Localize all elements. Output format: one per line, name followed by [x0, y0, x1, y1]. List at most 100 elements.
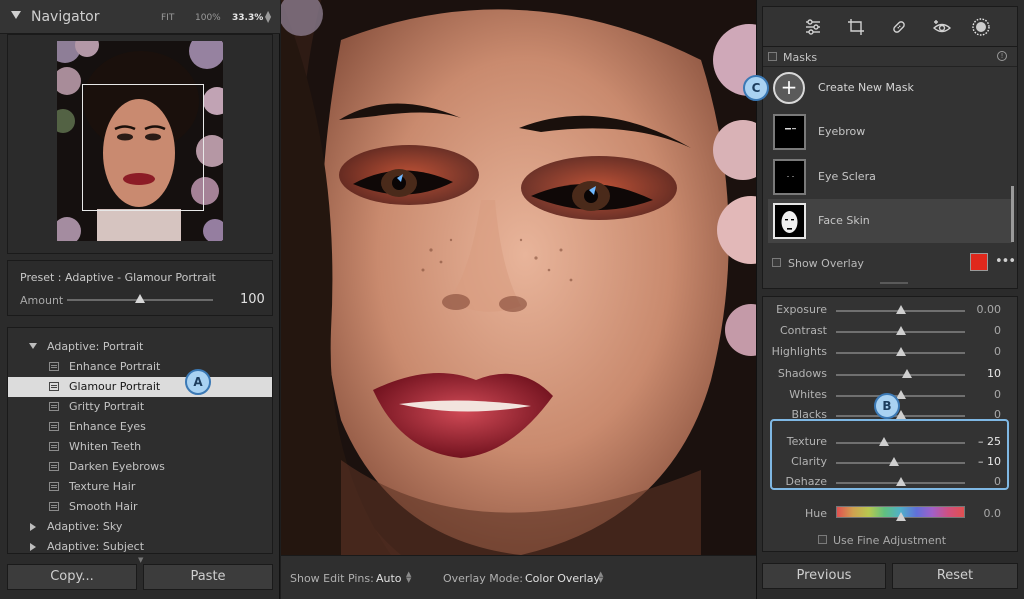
show-edit-pins-select[interactable]: Auto	[376, 572, 402, 585]
contrast-label: Contrast	[779, 324, 827, 337]
paste-button[interactable]: Paste	[143, 564, 273, 590]
masks-toggle-checkbox[interactable]	[768, 52, 777, 61]
sliders-icon[interactable]	[804, 18, 822, 36]
overlay-color-swatch[interactable]	[970, 253, 988, 271]
preset-icon	[49, 382, 59, 391]
preset-item-label: Glamour Portrait	[69, 380, 161, 393]
preset-item[interactable]: Gritty Portrait	[8, 397, 272, 417]
fine-adjustment-label: Use Fine Adjustment	[833, 534, 947, 547]
create-new-mask-button[interactable]: +	[773, 72, 805, 104]
mask-label: Eyebrow	[818, 125, 866, 138]
divider	[763, 66, 1017, 67]
disclosure-down-icon[interactable]	[29, 343, 37, 349]
navigator-viewport-frame[interactable]	[82, 84, 204, 211]
zoom-33[interactable]: 33.3%	[232, 13, 263, 23]
mask-item-eyebrow[interactable]: Eyebrow	[768, 110, 1012, 154]
preset-icon	[49, 462, 59, 471]
preset-group-row[interactable]: Adaptive: Portrait	[8, 337, 272, 357]
healing-icon[interactable]	[890, 18, 908, 36]
preset-item[interactable]: Darken Eyebrows	[8, 457, 272, 477]
collapse-triangle-icon[interactable]	[11, 11, 21, 19]
shadows-label: Shadows	[777, 367, 827, 380]
create-new-mask-label[interactable]: Create New Mask	[818, 81, 914, 94]
chevron-updown-icon[interactable]: ▲ ▼	[406, 571, 411, 584]
mask-thumbnail	[773, 203, 806, 239]
preset-item[interactable]: Enhance Eyes	[8, 417, 272, 437]
disclosure-right-icon[interactable]	[30, 523, 36, 531]
navigator-header[interactable]: Navigator FIT 100% 33.3% ▲ ▼	[0, 0, 280, 34]
main-photo-canvas[interactable]	[281, 0, 756, 555]
shadows-value[interactable]: 10	[961, 367, 1001, 380]
preset-icon	[49, 362, 59, 371]
callout-c: C	[743, 75, 769, 101]
callout-b: B	[874, 393, 900, 419]
preset-icon	[49, 442, 59, 451]
preset-icon	[49, 402, 59, 411]
preset-item-label: Darken Eyebrows	[69, 460, 165, 473]
reset-button[interactable]: Reset	[892, 563, 1018, 589]
scroll-indicator-icon: ▼	[138, 556, 144, 564]
highlights-label: Highlights	[771, 345, 827, 358]
disclosure-right-icon[interactable]	[30, 543, 36, 551]
whites-value[interactable]: 0	[961, 388, 1001, 401]
preset-name: Preset : Adaptive - Glamour Portrait	[20, 271, 216, 284]
highlights-value[interactable]: 0	[961, 345, 1001, 358]
exposure-value[interactable]: 0.00	[961, 303, 1002, 316]
masks-scrollbar[interactable]	[1011, 186, 1014, 242]
highlights-slider-thumb[interactable]	[895, 347, 906, 356]
contrast-value[interactable]: 0	[961, 324, 1001, 337]
zoom-stepper-icon[interactable]: ▲ ▼	[265, 10, 271, 24]
preset-group-label: Adaptive: Portrait	[47, 340, 144, 353]
zoom-fit[interactable]: FIT	[161, 13, 174, 23]
preset-item[interactable]: Texture Hair	[8, 477, 272, 497]
mask-item-eye-sclera[interactable]: Eye Sclera	[768, 155, 1012, 199]
amount-slider-thumb[interactable]	[135, 294, 145, 303]
red-eye-icon[interactable]	[933, 18, 951, 36]
info-icon[interactable]: !	[997, 51, 1007, 61]
mask-item-face-skin[interactable]: Face Skin	[768, 199, 1012, 243]
whites-label: Whites	[789, 388, 827, 401]
hue-slider-thumb[interactable]	[895, 512, 906, 521]
show-overlay-label: Show Overlay	[788, 257, 864, 270]
crop-icon[interactable]	[847, 18, 865, 36]
preset-item[interactable]: Enhance Portrait	[8, 357, 272, 377]
preset-list: Adaptive: Portrait Enhance Portrait Glamou…	[7, 327, 273, 554]
copy-button[interactable]: Copy...	[7, 564, 137, 590]
zoom-100[interactable]: 100%	[195, 13, 221, 23]
exposure-label: Exposure	[776, 303, 827, 316]
preset-item-label: Enhance Portrait	[69, 360, 161, 373]
shadows-slider-track[interactable]	[836, 374, 965, 376]
contrast-slider-thumb[interactable]	[895, 326, 906, 335]
preset-item[interactable]: Whiten Teeth	[8, 437, 272, 457]
exposure-slider-thumb[interactable]	[895, 305, 906, 314]
preset-icon	[49, 482, 59, 491]
preset-group-row[interactable]: Adaptive: Subject	[8, 537, 272, 553]
callout-a: A	[185, 369, 211, 395]
mask-thumbnail	[773, 159, 806, 195]
overlay-mode-label: Overlay Mode:	[443, 572, 523, 585]
preset-item-selected[interactable]: Glamour Portrait	[8, 377, 272, 397]
bottom-toolbar: Show Edit Pins: Auto ▲ ▼ Overlay Mode: Co…	[281, 555, 756, 599]
show-edit-pins-label: Show Edit Pins:	[290, 572, 374, 585]
more-options-icon[interactable]: •••	[995, 254, 1016, 269]
preset-item-label: Whiten Teeth	[69, 440, 142, 453]
show-overlay-checkbox[interactable]	[772, 258, 781, 267]
overlay-mode-select[interactable]: Color Overlay	[525, 572, 600, 585]
masking-icon[interactable]	[972, 18, 990, 36]
amount-label: Amount	[20, 294, 64, 307]
fine-adjustment-checkbox[interactable]	[818, 535, 827, 544]
left-panel: Navigator FIT 100% 33.3% ▲ ▼ Preset : Ad…	[0, 0, 280, 599]
preset-icon	[49, 422, 59, 431]
chevron-updown-icon[interactable]: ▲ ▼	[598, 571, 603, 584]
preset-item-label: Gritty Portrait	[69, 400, 145, 413]
shadows-slider-thumb[interactable]	[901, 369, 912, 378]
previous-button[interactable]: Previous	[762, 563, 886, 589]
preset-item-label: Smooth Hair	[69, 500, 138, 513]
preset-group-row[interactable]: Adaptive: Sky	[8, 517, 272, 537]
preset-item[interactable]: Smooth Hair	[8, 497, 272, 517]
resize-handle[interactable]	[880, 282, 908, 284]
amount-value[interactable]: 100	[240, 292, 265, 307]
preset-amount-panel	[7, 260, 273, 316]
preset-item-label: Enhance Eyes	[69, 420, 146, 433]
hue-value[interactable]: 0.0	[961, 507, 1002, 520]
